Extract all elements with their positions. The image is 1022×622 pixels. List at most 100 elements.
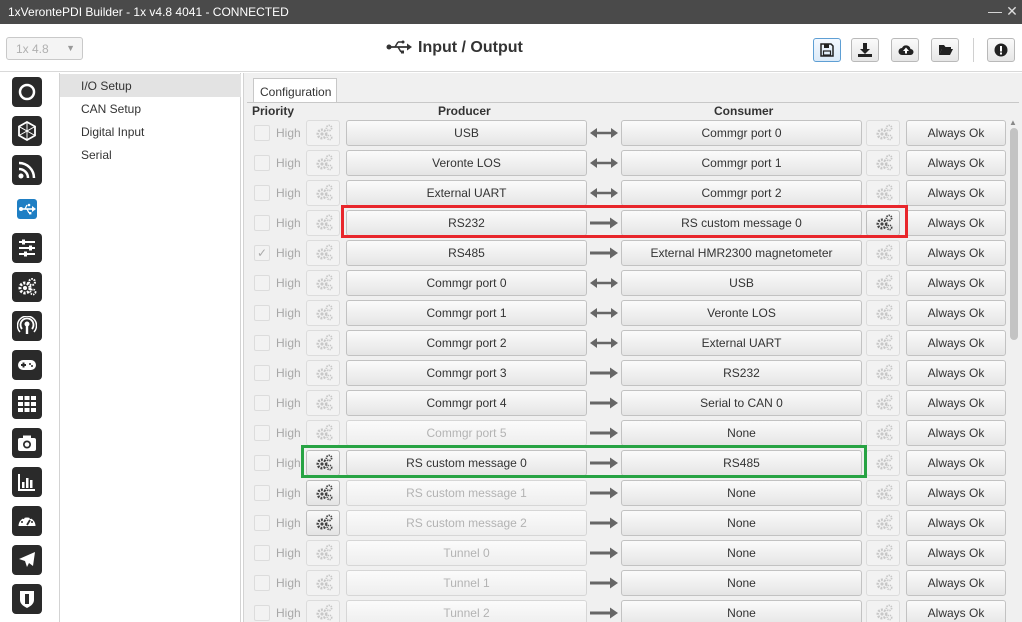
status-button[interactable]: Always Ok bbox=[906, 300, 1006, 326]
vertical-scrollbar[interactable]: ▲ bbox=[1008, 118, 1020, 620]
consumer-settings-button[interactable] bbox=[866, 510, 900, 536]
rail-gauge[interactable] bbox=[12, 506, 42, 536]
priority-checkbox[interactable] bbox=[254, 545, 270, 561]
rail-charts[interactable] bbox=[12, 467, 42, 497]
priority-checkbox[interactable] bbox=[254, 515, 270, 531]
priority-checkbox[interactable] bbox=[254, 575, 270, 591]
producer-settings-button[interactable] bbox=[306, 150, 340, 176]
producer-settings-button[interactable] bbox=[306, 570, 340, 596]
priority-checkbox[interactable]: ✓ bbox=[254, 245, 270, 261]
consumer-settings-button[interactable] bbox=[866, 270, 900, 296]
priority-checkbox[interactable] bbox=[254, 455, 270, 471]
producer-settings-button[interactable] bbox=[306, 210, 340, 236]
producer-settings-button[interactable] bbox=[306, 420, 340, 446]
download-button[interactable] bbox=[851, 38, 879, 62]
producer-button[interactable]: Tunnel 2 bbox=[346, 600, 587, 622]
producer-settings-button[interactable] bbox=[306, 540, 340, 566]
consumer-settings-button[interactable] bbox=[866, 540, 900, 566]
open-folder-button[interactable] bbox=[931, 38, 959, 62]
priority-checkbox[interactable] bbox=[254, 125, 270, 141]
consumer-button[interactable]: External HMR2300 magnetometer bbox=[621, 240, 862, 266]
consumer-settings-button[interactable] bbox=[866, 600, 900, 622]
consumer-settings-button[interactable] bbox=[866, 450, 900, 476]
producer-button[interactable]: Commgr port 4 bbox=[346, 390, 587, 416]
menu-item-io-setup[interactable]: I/O Setup bbox=[60, 74, 241, 97]
save-button[interactable] bbox=[813, 38, 841, 62]
consumer-settings-button[interactable] bbox=[866, 360, 900, 386]
producer-button[interactable]: Commgr port 2 bbox=[346, 330, 587, 356]
consumer-settings-button[interactable] bbox=[866, 150, 900, 176]
producer-button[interactable]: Tunnel 1 bbox=[346, 570, 587, 596]
menu-item-serial[interactable]: Serial bbox=[60, 143, 241, 166]
producer-settings-button[interactable] bbox=[306, 270, 340, 296]
status-button[interactable]: Always Ok bbox=[906, 270, 1006, 296]
priority-checkbox[interactable] bbox=[254, 305, 270, 321]
producer-settings-button[interactable] bbox=[306, 390, 340, 416]
consumer-settings-button[interactable] bbox=[866, 480, 900, 506]
status-button[interactable]: Always Ok bbox=[906, 240, 1006, 266]
rail-power[interactable] bbox=[12, 77, 42, 107]
priority-checkbox[interactable] bbox=[254, 215, 270, 231]
version-select[interactable]: 1x 4.8 ▼ bbox=[6, 37, 83, 60]
consumer-button[interactable]: None bbox=[621, 420, 862, 446]
scrollbar-thumb[interactable] bbox=[1010, 128, 1018, 340]
producer-button[interactable]: Commgr port 0 bbox=[346, 270, 587, 296]
consumer-settings-button[interactable] bbox=[866, 390, 900, 416]
consumer-settings-button[interactable] bbox=[866, 180, 900, 206]
priority-checkbox[interactable] bbox=[254, 365, 270, 381]
status-button[interactable]: Always Ok bbox=[906, 480, 1006, 506]
producer-settings-button[interactable] bbox=[306, 330, 340, 356]
consumer-settings-button[interactable] bbox=[866, 570, 900, 596]
scroll-up-icon[interactable]: ▲ bbox=[1009, 118, 1017, 127]
consumer-button[interactable]: RS232 bbox=[621, 360, 862, 386]
consumer-settings-button[interactable] bbox=[866, 120, 900, 146]
priority-checkbox[interactable] bbox=[254, 155, 270, 171]
priority-checkbox[interactable] bbox=[254, 395, 270, 411]
consumer-button[interactable]: External UART bbox=[621, 330, 862, 356]
status-button[interactable]: Always Ok bbox=[906, 360, 1006, 386]
rail-broadcast[interactable] bbox=[12, 311, 42, 341]
status-button[interactable]: Always Ok bbox=[906, 330, 1006, 356]
rail-io[interactable] bbox=[12, 194, 42, 224]
tab-configuration[interactable]: Configuration bbox=[253, 78, 337, 103]
consumer-settings-button[interactable] bbox=[866, 240, 900, 266]
producer-settings-button[interactable] bbox=[306, 600, 340, 622]
rail-gears[interactable] bbox=[12, 272, 42, 302]
consumer-button[interactable]: Commgr port 1 bbox=[621, 150, 862, 176]
rail-gamepad[interactable] bbox=[12, 350, 42, 380]
consumer-button[interactable]: USB bbox=[621, 270, 862, 296]
producer-settings-button[interactable] bbox=[306, 300, 340, 326]
producer-button[interactable]: RS custom message 2 bbox=[346, 510, 587, 536]
producer-settings-button[interactable] bbox=[306, 360, 340, 386]
producer-button[interactable]: RS485 bbox=[346, 240, 587, 266]
alert-button[interactable] bbox=[987, 38, 1015, 62]
rail-hexagon[interactable] bbox=[12, 116, 42, 146]
cloud-upload-button[interactable] bbox=[891, 38, 919, 62]
producer-button[interactable]: Commgr port 1 bbox=[346, 300, 587, 326]
status-button[interactable]: Always Ok bbox=[906, 420, 1006, 446]
consumer-button[interactable]: None bbox=[621, 510, 862, 536]
menu-item-can-setup[interactable]: CAN Setup bbox=[60, 97, 241, 120]
status-button[interactable]: Always Ok bbox=[906, 180, 1006, 206]
status-button[interactable]: Always Ok bbox=[906, 120, 1006, 146]
consumer-button[interactable]: Serial to CAN 0 bbox=[621, 390, 862, 416]
priority-checkbox[interactable] bbox=[254, 485, 270, 501]
status-button[interactable]: Always Ok bbox=[906, 510, 1006, 536]
priority-checkbox[interactable] bbox=[254, 335, 270, 351]
status-button[interactable]: Always Ok bbox=[906, 540, 1006, 566]
status-button[interactable]: Always Ok bbox=[906, 600, 1006, 622]
priority-checkbox[interactable] bbox=[254, 185, 270, 201]
producer-button[interactable]: Veronte LOS bbox=[346, 150, 587, 176]
producer-button[interactable]: Commgr port 5 bbox=[346, 420, 587, 446]
producer-settings-button[interactable] bbox=[306, 120, 340, 146]
producer-settings-button[interactable] bbox=[306, 480, 340, 506]
consumer-button[interactable]: Commgr port 0 bbox=[621, 120, 862, 146]
consumer-button[interactable]: None bbox=[621, 480, 862, 506]
rail-sliders[interactable] bbox=[12, 233, 42, 263]
status-button[interactable]: Always Ok bbox=[906, 450, 1006, 476]
rail-flight[interactable] bbox=[12, 545, 42, 575]
rail-telemetry[interactable] bbox=[12, 155, 42, 185]
priority-checkbox[interactable] bbox=[254, 425, 270, 441]
rail-grid[interactable] bbox=[12, 389, 42, 419]
producer-settings-button[interactable] bbox=[306, 240, 340, 266]
